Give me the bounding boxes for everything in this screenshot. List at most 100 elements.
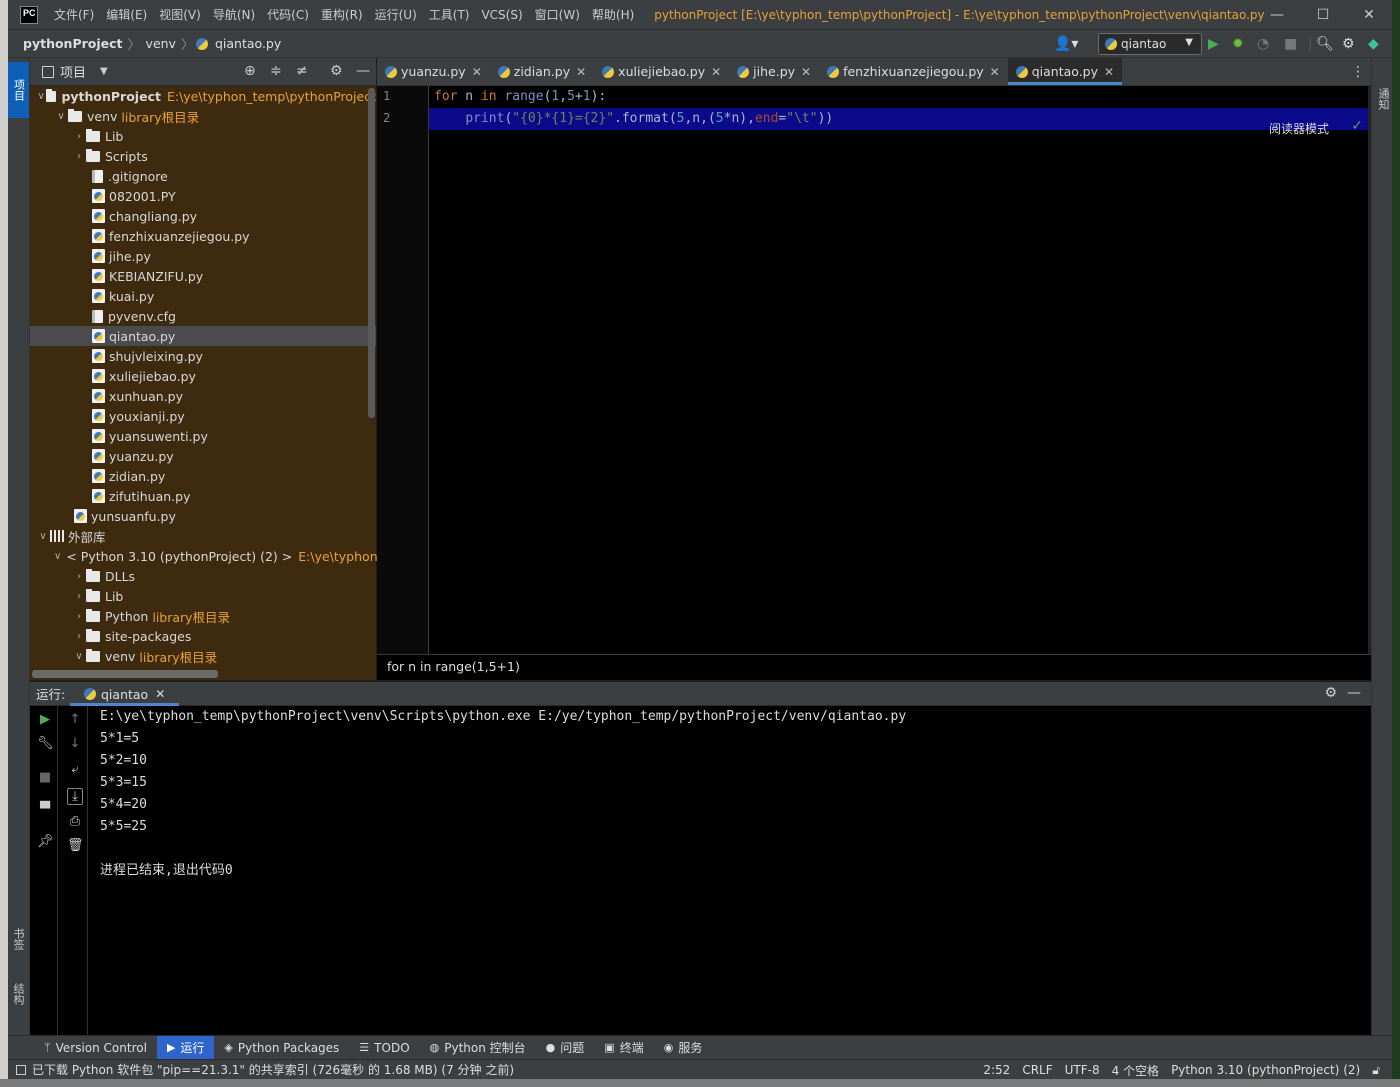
breadcrumb-venv[interactable]: venv [143,36,179,51]
close-icon[interactable]: ✕ [801,65,811,79]
breadcrumb-file[interactable]: qiantao.py [212,36,284,51]
tree-item-python[interactable]: › Python library根目录 [30,606,376,626]
menu-refactor[interactable]: 重构(R) [315,6,369,23]
tree-item-file[interactable]: jihe.py [30,246,376,266]
caret-position[interactable]: 2:52 [977,1063,1016,1077]
tab-fenzhixuanzejiegou[interactable]: fenzhixuanzejiegou.py ✕ [819,58,1008,85]
tab-todo[interactable]: ☰ TODO [349,1036,419,1060]
editor-scrollbar[interactable] [1368,86,1371,654]
chevron-down-icon[interactable]: ▼ [100,66,108,77]
gear-icon[interactable]: ⚙ [1342,34,1355,54]
console-output[interactable]: E:\ye\typhon_temp\pythonProject\venv\Scr… [100,706,1371,1035]
print-icon[interactable]: ⎙ [67,814,83,829]
tree-item-file[interactable]: pyvenv.cfg [30,306,376,326]
close-icon[interactable]: ✕ [472,65,482,79]
locate-icon[interactable]: ⊕ [244,63,256,79]
python-interpreter[interactable]: Python 3.10 (pythonProject) (2) [1165,1063,1366,1077]
tree-item-file[interactable]: zidian.py [30,466,376,486]
code-line[interactable]: for n in range(1,5+1): [429,86,1371,108]
expand-all-icon[interactable]: ≑ [270,63,282,79]
rerun-icon[interactable]: ▶ [37,712,53,727]
gear-icon[interactable]: ⚙ [330,63,343,79]
tree-item-file[interactable]: yuanzu.py [30,446,376,466]
tree-item-file[interactable]: changliang.py [30,206,376,226]
search-icon[interactable]: 🔍︎ [1316,34,1334,54]
tab-jihe[interactable]: jihe.py ✕ [729,58,819,85]
minimize-button[interactable]: — [1254,0,1300,30]
soft-wrap-icon[interactable]: ⤶ [67,762,83,777]
more-vertical-icon[interactable]: ⋮ [1351,64,1365,80]
breadcrumb-project[interactable]: pythonProject [20,36,126,51]
close-icon[interactable]: ✕ [711,65,721,79]
bookmarks-tool-tab[interactable]: 书签 [10,928,26,950]
chevron-right-icon[interactable]: › [72,611,86,622]
tab-zidian[interactable]: zidian.py ✕ [490,58,594,85]
tree-item-scripts[interactable]: › Scripts [30,146,376,166]
indent-setting[interactable]: 4 个空格 [1106,1062,1165,1079]
tree-item-file[interactable]: 082001.PY [30,186,376,206]
status-message[interactable]: 已下载 Python 软件包 "pip==21.3.1" 的共享索引 (726毫… [32,1061,514,1078]
tree-item-file[interactable]: fenzhixuanzejiegou.py [30,226,376,246]
tree-item-python-sdk[interactable]: ∨ < Python 3.10 (pythonProject) (2) > E:\y… [30,546,378,566]
tree-item-file[interactable]: yunsuanfu.py [30,506,376,526]
tree-item-file[interactable]: youxianji.py [30,406,376,426]
menu-window[interactable]: 窗口(W) [529,6,586,23]
tab-services[interactable]: ◉ 服务 [654,1036,713,1060]
chevron-right-icon[interactable]: › [72,151,86,162]
reader-mode-button[interactable]: 阅读器模式 [1269,120,1329,137]
tree-item-gitignore[interactable]: .gitignore [30,166,376,186]
tree-item-venv[interactable]: ∨ venv library根目录 [30,106,376,126]
tab-problems[interactable]: ● 问题 [536,1036,595,1060]
tab-version-control[interactable]: ᛘ Version Control [34,1036,157,1060]
hide-icon[interactable]: — [1347,685,1361,701]
arrow-up-icon[interactable]: ↑ [67,712,83,727]
hide-icon[interactable]: — [356,63,370,79]
gear-icon[interactable]: ⚙ [1324,685,1337,701]
tab-python-console[interactable]: ◍ Python 控制台 [420,1036,536,1060]
lock-icon[interactable]: 🔓︎ [1366,1063,1386,1078]
run-config-select[interactable]: qiantao ▼ [1098,33,1202,55]
run-tab-qiantao[interactable]: qiantao ✕ [70,682,180,706]
code-area[interactable]: for n in range(1,5+1): print("{0}*{1}={2… [429,86,1371,654]
tree-item-external-libraries[interactable]: ∨ 外部库 [30,526,376,546]
menu-file[interactable]: 文件(F) [48,6,100,23]
tree-item-lib[interactable]: › Lib [30,126,376,146]
tab-python-packages[interactable]: ◈ Python Packages [214,1036,349,1060]
tree-item-project-root[interactable]: ∨ pythonProject E:\ye\typhon_temp\pythonPr… [30,86,376,106]
tree-item-file[interactable]: shujvleixing.py [30,346,376,366]
vertical-scrollbar[interactable] [368,88,375,418]
menu-vcs[interactable]: VCS(S) [475,8,528,22]
coverage-icon[interactable]: ◔ [1257,34,1269,54]
chevron-right-icon[interactable]: › [72,571,86,582]
tree-item-venv-lib[interactable]: ∨ venv library根目录 [30,646,376,666]
horizontal-scrollbar[interactable] [32,670,218,678]
arrow-down-icon[interactable]: ↓ [67,736,83,751]
chevron-right-icon[interactable]: › [72,131,86,142]
stop-icon[interactable]: ■ [1284,34,1297,54]
chevron-right-icon[interactable]: › [72,591,86,602]
chevron-down-icon[interactable]: ∨ [54,551,61,562]
collapse-all-icon[interactable]: ≠ [296,63,308,79]
tab-qiantao[interactable]: qiantao.py ✕ [1007,58,1123,85]
close-icon[interactable]: ✕ [1104,65,1114,79]
tree-item-file[interactable]: xuliejiebao.py [30,366,376,386]
user-icon[interactable]: 👤▾ [1054,34,1078,54]
tree-item-file[interactable]: kuai.py [30,286,376,306]
menu-code[interactable]: 代码(C) [261,6,315,23]
trash-icon[interactable]: 🗑︎ [67,838,84,853]
close-icon[interactable]: ✕ [990,65,1000,79]
menu-view[interactable]: 视图(V) [153,6,207,23]
tab-xuliejiebao[interactable]: xuliejiebao.py ✕ [594,58,729,85]
notifications-tool-tab[interactable]: 通知 [1375,88,1391,110]
stop-icon[interactable]: ■ [37,770,53,785]
tree-item-file[interactable]: yuansuwenti.py [30,426,376,446]
tree-item-file-selected[interactable]: qiantao.py [30,326,376,346]
check-icon[interactable]: ✓ [1351,118,1363,134]
tree-item-file[interactable]: xunhuan.py [30,386,376,406]
tab-yuanzu[interactable]: yuanzu.py ✕ [377,58,490,85]
tree-item-file[interactable]: zifutihuan.py [30,486,376,506]
menu-tools[interactable]: 工具(T) [423,6,476,23]
maximize-button[interactable]: ☐ [1300,0,1346,30]
file-encoding[interactable]: UTF-8 [1059,1063,1106,1077]
chevron-down-icon[interactable]: ∨ [54,111,68,122]
